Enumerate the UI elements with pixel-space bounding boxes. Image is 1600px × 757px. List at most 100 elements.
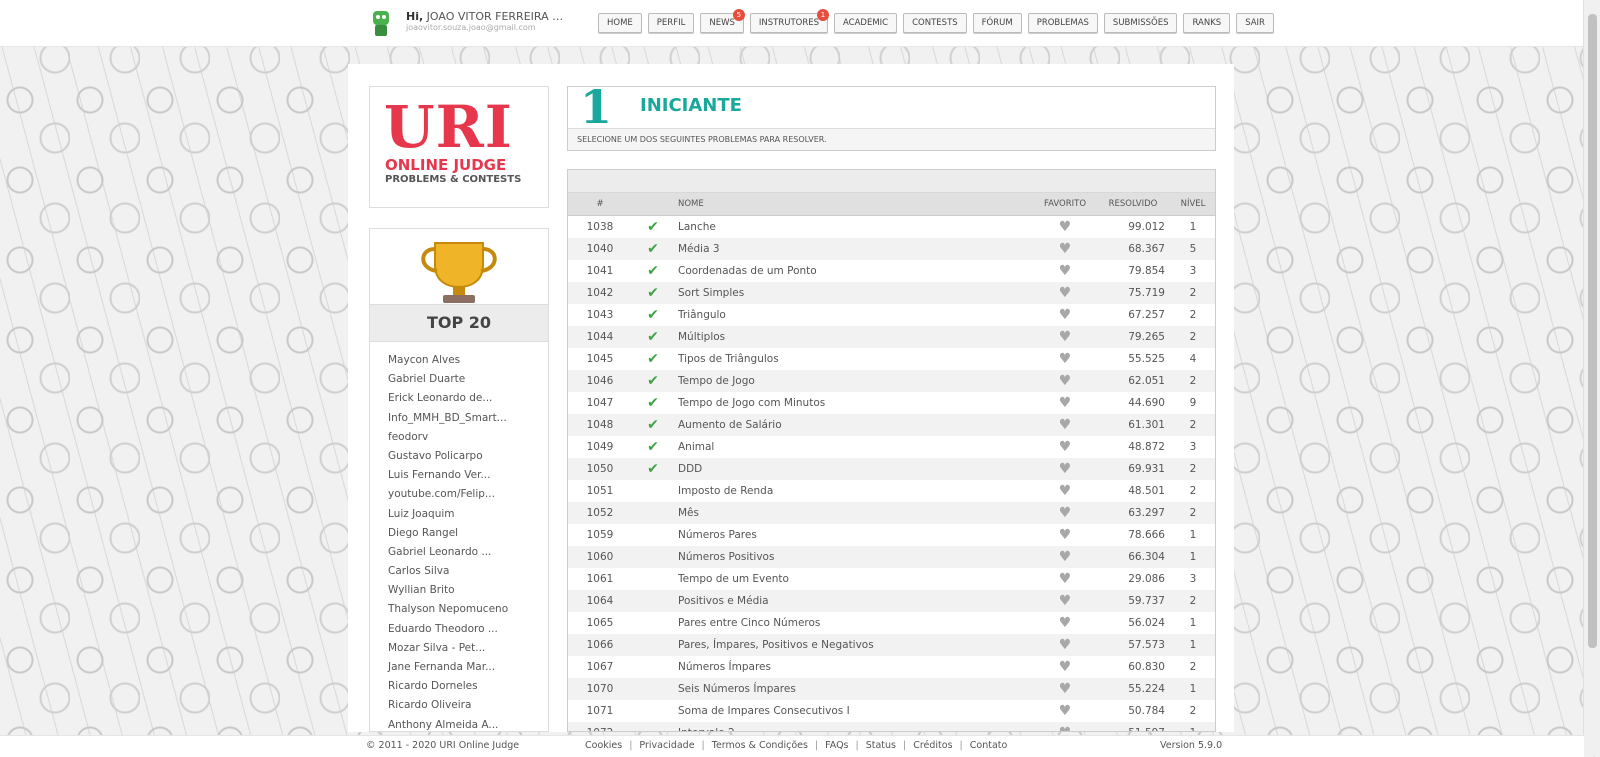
problem-name[interactable]: Lanche: [674, 216, 1030, 239]
problem-id[interactable]: 1045: [568, 348, 632, 370]
problem-id[interactable]: 1040: [568, 238, 632, 260]
col-fav-header[interactable]: FAVORITO: [1030, 193, 1100, 216]
table-row[interactable]: 1061 Tempo de um Evento ♥ 29.086 3: [568, 568, 1215, 590]
problem-name[interactable]: Animal: [674, 436, 1030, 458]
table-row[interactable]: 1051 Imposto de Renda ♥ 48.501 2: [568, 480, 1215, 502]
nav-problemas-button[interactable]: PROBLEMAS: [1027, 13, 1098, 33]
table-row[interactable]: 1065 Pares entre Cinco Números ♥ 56.024 1: [568, 612, 1215, 634]
user-name[interactable]: JOAO VITOR FERREIRA DE...: [427, 10, 566, 23]
table-row[interactable]: 1059 Números Pares ♥ 78.666 1: [568, 524, 1215, 546]
problem-id[interactable]: 1050: [568, 458, 632, 480]
top20-user[interactable]: Eduardo Theodoro ...: [388, 623, 508, 642]
top20-user[interactable]: Luis Fernando Ver...: [388, 469, 508, 488]
top20-user[interactable]: Maycon Alves: [388, 354, 508, 373]
problem-name[interactable]: Mês: [674, 502, 1030, 524]
top20-user[interactable]: Gabriel Leonardo ...: [388, 546, 508, 565]
footer-link-cookies[interactable]: Cookies: [585, 740, 622, 751]
heart-icon[interactable]: ♥: [1059, 351, 1072, 367]
page-scrollbar[interactable]: [1583, 0, 1600, 756]
problem-name[interactable]: Tempo de Jogo: [674, 370, 1030, 392]
footer-link-termos-condi-es[interactable]: Termos & Condições: [712, 740, 808, 751]
problem-name[interactable]: Soma de Impares Consecutivos I: [674, 700, 1030, 722]
table-row[interactable]: 1038 ✔ Lanche ♥ 99.012 1: [568, 216, 1215, 239]
heart-icon[interactable]: ♥: [1059, 219, 1072, 235]
problem-id[interactable]: 1041: [568, 260, 632, 282]
top20-user[interactable]: youtube.com/Felip...: [388, 488, 508, 507]
top20-user[interactable]: Jane Fernanda Mar...: [388, 661, 508, 680]
nav-submiss-es-button[interactable]: SUBMISSÕES: [1103, 13, 1178, 33]
footer-link-cr-ditos[interactable]: Créditos: [913, 740, 952, 751]
problem-id[interactable]: 1059: [568, 524, 632, 546]
problem-id[interactable]: 1071: [568, 700, 632, 722]
heart-icon[interactable]: ♥: [1059, 593, 1072, 609]
nav-ranks-button[interactable]: RANKS: [1183, 13, 1231, 33]
table-row[interactable]: 1040 ✔ Média 3 ♥ 68.367 5: [568, 238, 1215, 260]
problem-name[interactable]: Média 3: [674, 238, 1030, 260]
problem-name[interactable]: DDD: [674, 458, 1030, 480]
table-row[interactable]: 1072 Intervalo 2 ♥ 51.5971: [568, 722, 1215, 731]
top20-user[interactable]: Ricardo Dorneles: [388, 680, 508, 699]
heart-icon[interactable]: ♥: [1059, 483, 1072, 499]
table-row[interactable]: 1046 ✔ Tempo de Jogo ♥ 62.051 2: [568, 370, 1215, 392]
problem-id[interactable]: 1046: [568, 370, 632, 392]
problem-name[interactable]: Triângulo: [674, 304, 1030, 326]
problem-name[interactable]: Números Positivos: [674, 546, 1030, 568]
col-level-header[interactable]: NÍVEL: [1171, 193, 1215, 216]
col-solved-header[interactable]: RESOLVIDO: [1100, 193, 1171, 216]
table-row[interactable]: 1049 ✔ Animal ♥ 48.872 3: [568, 436, 1215, 458]
heart-icon[interactable]: ♥: [1059, 395, 1072, 411]
table-row[interactable]: 1071 Soma de Impares Consecutivos I ♥ 50.78…: [568, 700, 1215, 722]
heart-icon[interactable]: ♥: [1059, 615, 1072, 631]
nav-f-rum-button[interactable]: FÓRUM: [972, 13, 1022, 33]
problem-name[interactable]: Sort Simples: [674, 282, 1030, 304]
table-row[interactable]: 1045 ✔ Tipos de Triângulos ♥ 55.525 4: [568, 348, 1215, 370]
problem-id[interactable]: 1070: [568, 678, 632, 700]
problem-name[interactable]: Números Ímpares: [674, 656, 1030, 678]
top20-user[interactable]: Thalyson Nepomuceno: [388, 603, 508, 622]
problem-name[interactable]: Tipos de Triângulos: [674, 348, 1030, 370]
footer-link-status[interactable]: Status: [866, 740, 896, 751]
problem-id[interactable]: 1051: [568, 480, 632, 502]
top20-user[interactable]: feodorv: [388, 431, 508, 450]
heart-icon[interactable]: ♥: [1059, 571, 1072, 587]
table-row[interactable]: 1044 ✔ Múltiplos ♥ 79.265 2: [568, 326, 1215, 348]
table-row[interactable]: 1043 ✔ Triângulo ♥ 67.257 2: [568, 304, 1215, 326]
footer-link-faqs[interactable]: FAQs: [825, 740, 848, 751]
problem-id[interactable]: 1048: [568, 414, 632, 436]
heart-icon[interactable]: ♥: [1059, 439, 1072, 455]
table-row[interactable]: 1050 ✔ DDD ♥ 69.931 2: [568, 458, 1215, 480]
col-name-header[interactable]: NOME: [674, 193, 1030, 216]
heart-icon[interactable]: ♥: [1059, 241, 1072, 257]
problem-id[interactable]: 1065: [568, 612, 632, 634]
problem-id[interactable]: 1072: [568, 722, 632, 731]
problem-name[interactable]: Tempo de um Evento: [674, 568, 1030, 590]
top20-user[interactable]: Diego Rangel: [388, 527, 508, 546]
footer-link-contato[interactable]: Contato: [970, 740, 1008, 751]
nav-perfil-button[interactable]: PERFIL: [647, 13, 695, 33]
problem-id[interactable]: 1047: [568, 392, 632, 414]
nav-academic-button[interactable]: ACADEMIC: [834, 13, 898, 33]
problem-name[interactable]: Intervalo 2: [674, 722, 1030, 731]
top20-user[interactable]: Erick Leonardo de...: [388, 392, 508, 411]
table-row[interactable]: 1048 ✔ Aumento de Salário ♥ 61.301 2: [568, 414, 1215, 436]
heart-icon[interactable]: ♥: [1059, 285, 1072, 301]
heart-icon[interactable]: ♥: [1059, 505, 1072, 521]
top20-user[interactable]: Gustavo Policarpo: [388, 450, 508, 469]
table-row[interactable]: 1067 Números Ímpares ♥ 60.830 2: [568, 656, 1215, 678]
problem-id[interactable]: 1064: [568, 590, 632, 612]
problem-id[interactable]: 1061: [568, 568, 632, 590]
table-row[interactable]: 1041 ✔ Coordenadas de um Ponto ♥ 79.854 3: [568, 260, 1215, 282]
problem-name[interactable]: Pares entre Cinco Números: [674, 612, 1030, 634]
top20-user[interactable]: Info_MMH_BD_Smart...: [388, 412, 508, 431]
problem-id[interactable]: 1052: [568, 502, 632, 524]
heart-icon[interactable]: ♥: [1059, 725, 1072, 731]
top20-user[interactable]: Ricardo Oliveira: [388, 699, 508, 718]
top20-user[interactable]: Anthony Almeida A...: [388, 719, 508, 731]
problem-id[interactable]: 1049: [568, 436, 632, 458]
problem-id[interactable]: 1042: [568, 282, 632, 304]
top20-user[interactable]: Luiz Joaquim: [388, 508, 508, 527]
table-row[interactable]: 1070 Seis Números Ímpares ♥ 55.224 1: [568, 678, 1215, 700]
problem-name[interactable]: Números Pares: [674, 524, 1030, 546]
top20-user[interactable]: Gabriel Duarte: [388, 373, 508, 392]
problem-name[interactable]: Seis Números Ímpares: [674, 678, 1030, 700]
